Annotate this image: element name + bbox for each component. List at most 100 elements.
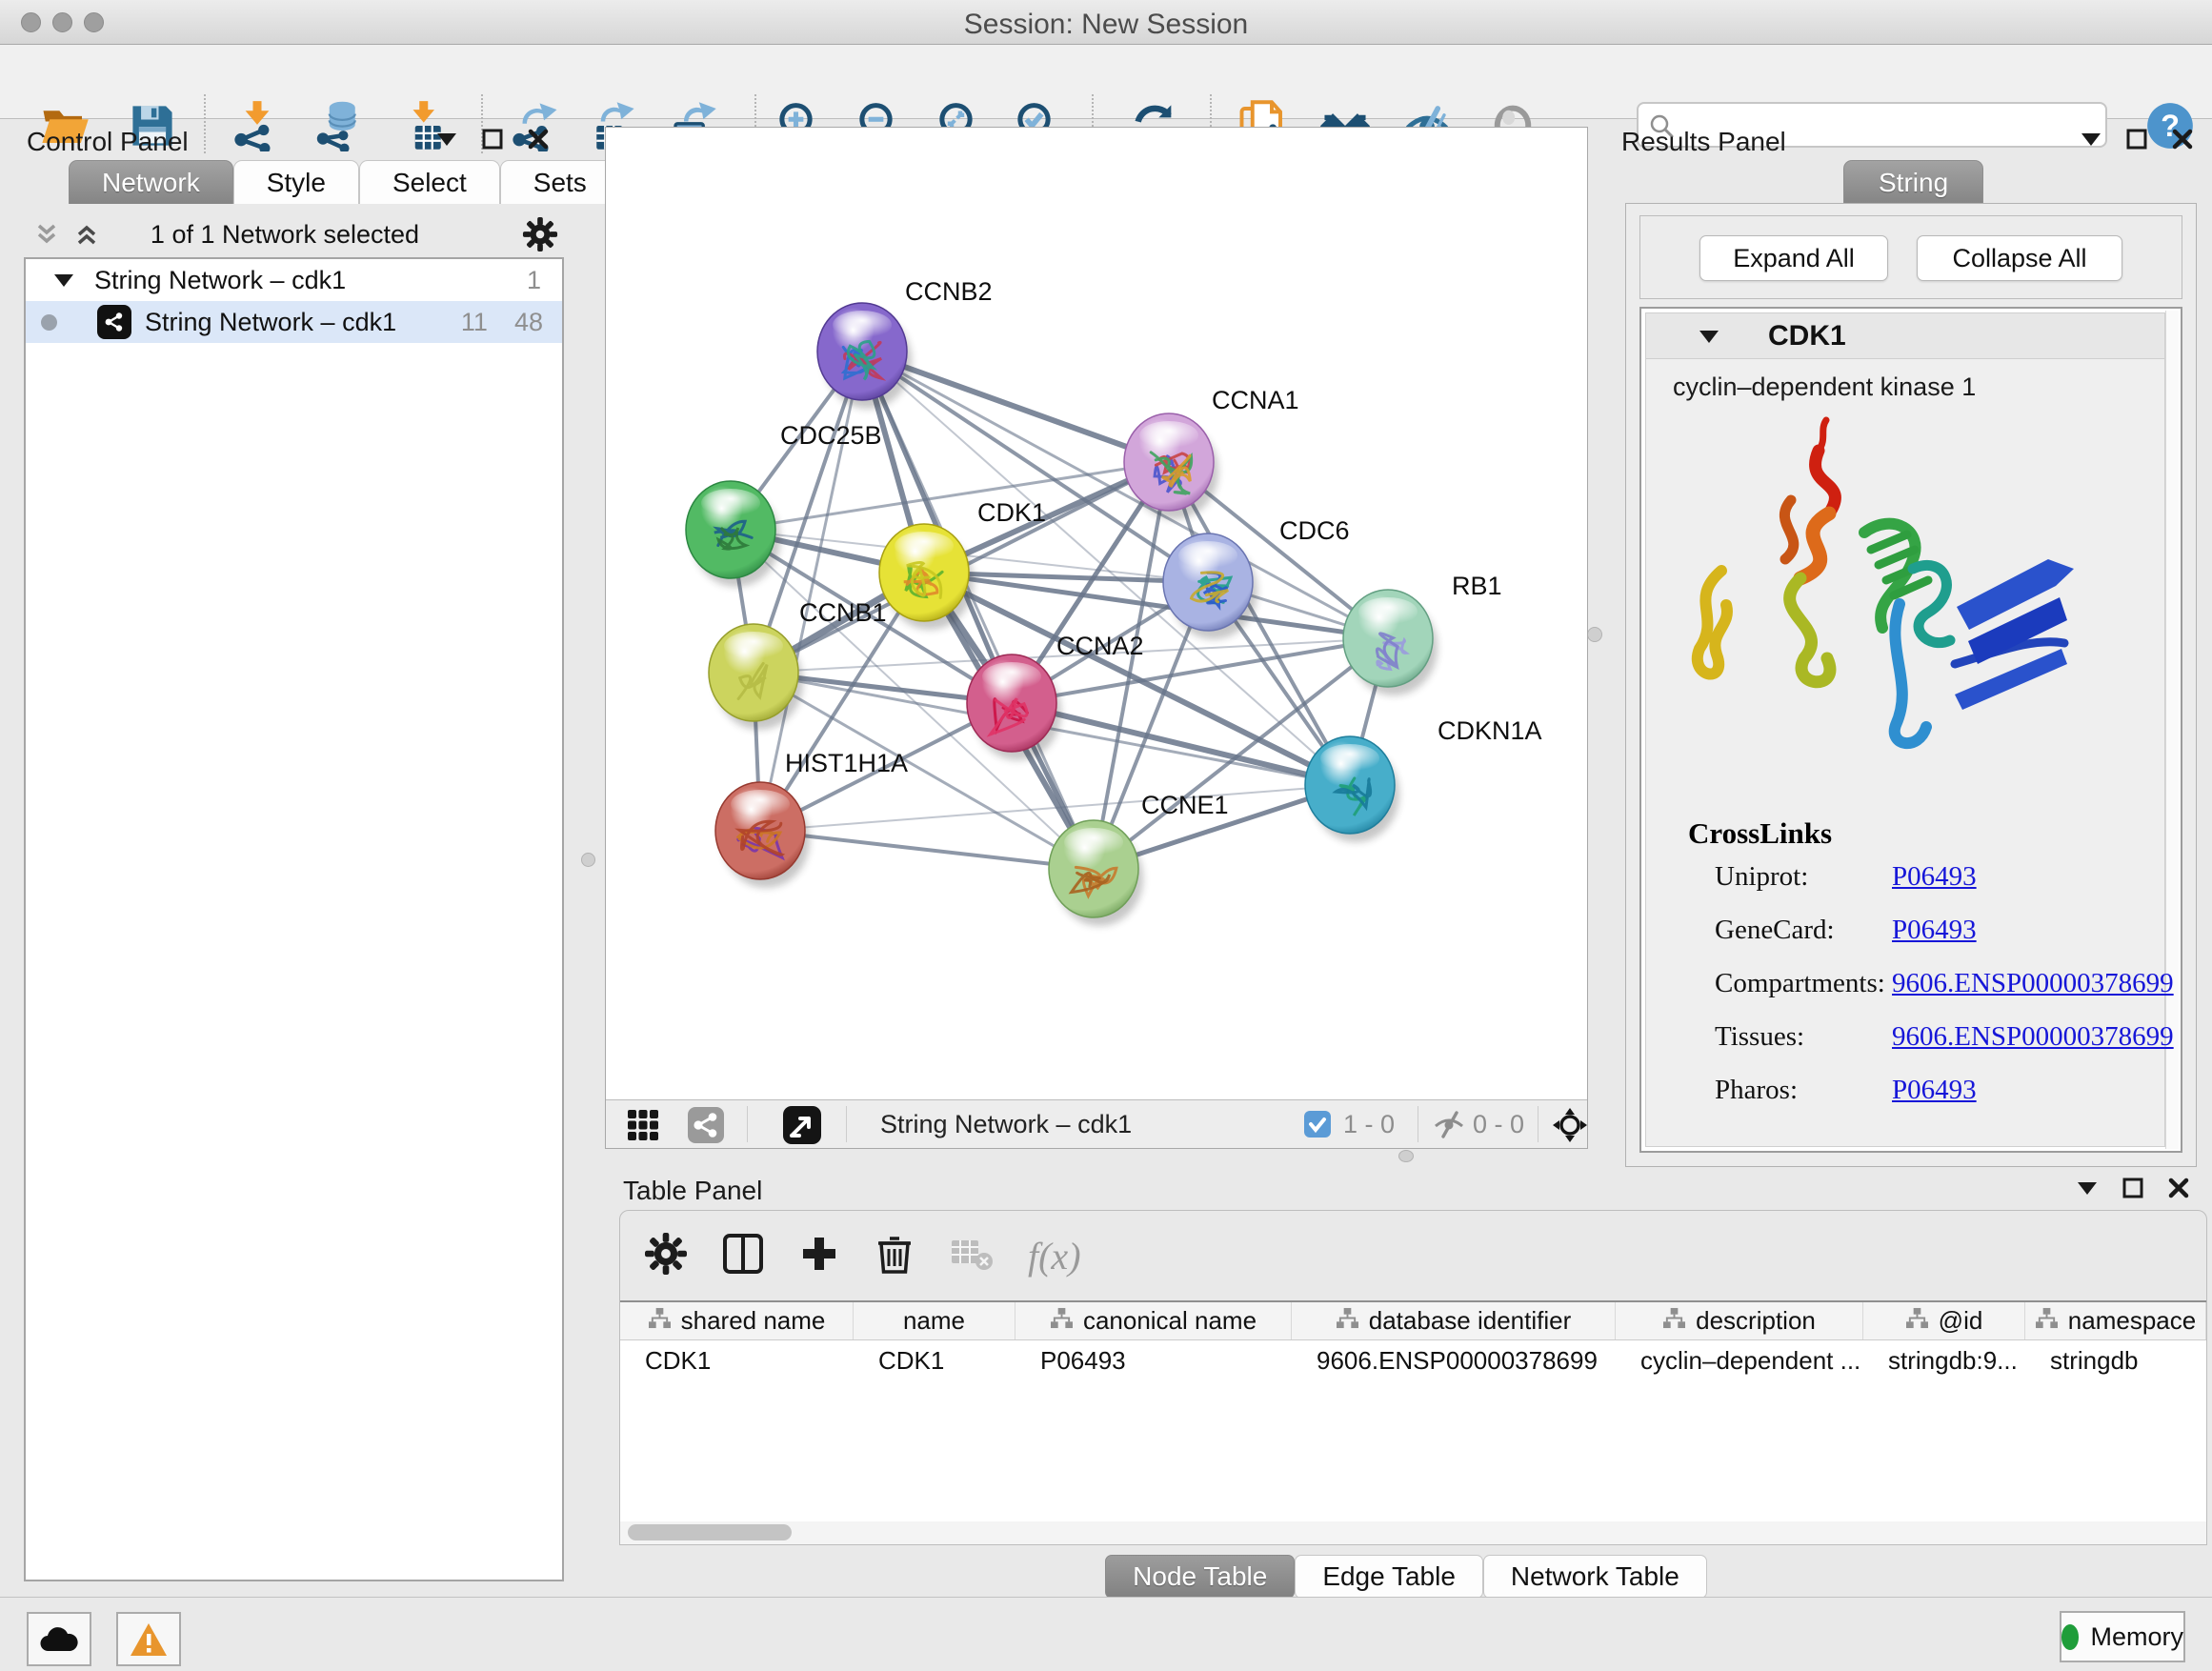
expand-all-button[interactable]: Expand All [1699, 235, 1888, 281]
panel-close-icon[interactable] [522, 125, 554, 153]
svg-text:CDK1: CDK1 [977, 498, 1046, 527]
network-column-icon [2035, 1306, 2059, 1336]
collection-expand-icon[interactable] [54, 274, 73, 287]
network-graph[interactable]: CCNB2CCNA1CDC25BCDK1CDC6RB1CCNB1CCNA2CDK… [606, 128, 1587, 1099]
panel-menu-icon[interactable] [2071, 1174, 2103, 1202]
crosslink-link[interactable]: P06493 [1892, 915, 1977, 946]
warnings-button[interactable] [116, 1612, 181, 1666]
network-collection-row[interactable]: String Network – cdk1 1 [26, 259, 562, 301]
node-table: shared name name canonical namedatabase id… [620, 1300, 2206, 1544]
panel-close-icon[interactable] [2162, 1174, 2195, 1202]
current-network-dot-icon [41, 314, 57, 331]
grid-view-icon[interactable] [627, 1109, 659, 1146]
memory-button[interactable]: Memory [2060, 1611, 2185, 1662]
entry-collapse-icon[interactable] [1699, 331, 1719, 343]
table-cell[interactable]: stringdb [2025, 1340, 2206, 1380]
network-node-count: 11 [461, 308, 488, 337]
tab-sets[interactable]: Sets [500, 160, 620, 204]
table-row[interactable]: CDK1CDK1P064939606.ENSP00000378699cyclin… [620, 1340, 2206, 1380]
collection-count: 1 [527, 266, 541, 295]
tab-style[interactable]: Style [233, 160, 359, 204]
table-cell[interactable]: P06493 [1016, 1340, 1292, 1380]
app-status-bar: Memory [0, 1597, 2212, 1671]
tab-edge-table[interactable]: Edge Table [1295, 1555, 1483, 1599]
network-view-toolbar: String Network – cdk1 1 - 0 0 - 0 [606, 1099, 1587, 1148]
crosslink-link[interactable]: P06493 [1892, 1075, 1977, 1106]
column-header-name[interactable]: name [854, 1302, 1016, 1339]
svg-text:CDKN1A: CDKN1A [1438, 716, 1542, 745]
svg-text:CCNA2: CCNA2 [1056, 632, 1144, 660]
horizontal-splitter-handle[interactable] [1398, 1150, 1414, 1162]
birdseye-view-icon[interactable] [783, 1106, 821, 1149]
column-header-canonical-name[interactable]: canonical name [1016, 1302, 1292, 1339]
crosslink-row: GeneCard: P06493 [1646, 915, 2164, 962]
svg-text:CCNA1: CCNA1 [1212, 386, 1299, 414]
crosslink-link[interactable]: P06493 [1892, 861, 1977, 893]
control-panel: Control Panel Network Style Select Sets … [0, 119, 570, 1597]
function-builder-icon: f(x) [1028, 1234, 1081, 1278]
crosslinks-title: CrossLinks [1688, 816, 1832, 851]
memory-status-dot-icon [2061, 1624, 2079, 1650]
table-cell[interactable]: cyclin–dependent ... [1616, 1340, 1863, 1380]
column-header-database-identifier[interactable]: database identifier [1292, 1302, 1616, 1339]
panel-float-icon[interactable] [2117, 1174, 2149, 1202]
crosslink-label: Compartments: [1715, 968, 1885, 999]
results-panel-title: Results Panel [1621, 127, 1786, 157]
column-header-label: shared name [681, 1306, 826, 1336]
network-type-icon [97, 305, 131, 339]
tab-string[interactable]: String [1843, 160, 1983, 204]
crosslink-link[interactable]: 9606.ENSP00000378699 [1892, 968, 2174, 999]
cdk1-entry-header[interactable]: CDK1 [1646, 313, 2164, 359]
tab-network-table[interactable]: Network Table [1483, 1555, 1707, 1599]
svg-text:HIST1H1A: HIST1H1A [785, 749, 908, 777]
vertical-splitter-handle[interactable] [1587, 627, 1602, 642]
column-header-description[interactable]: description [1616, 1302, 1863, 1339]
column-header-namespace[interactable]: namespace [2025, 1302, 2206, 1339]
panel-float-icon[interactable] [476, 125, 509, 153]
crosslink-row: Uniprot:P06493 [1646, 861, 2164, 909]
crosslink-link[interactable]: 9606.ENSP00000378699 [1892, 1021, 2174, 1053]
table-cell[interactable]: CDK1 [854, 1340, 1016, 1380]
network-options-gear-icon[interactable] [522, 216, 558, 257]
network-list: String Network – cdk1 1 String Network –… [24, 257, 564, 1581]
network-share-view-icon[interactable] [688, 1107, 724, 1148]
fit-selected-crosshair-icon[interactable] [1551, 1106, 1589, 1149]
table-panel: Table Panel [600, 1172, 2212, 1597]
network-view-canvas[interactable]: CCNB2CCNA1CDC25BCDK1CDC6RB1CCNB1CCNA2CDK… [605, 127, 1588, 1149]
tab-select[interactable]: Select [359, 160, 500, 204]
network-edge-count: 48 [514, 308, 543, 337]
column-header-label: description [1696, 1306, 1816, 1336]
panel-menu-icon[interactable] [431, 125, 463, 153]
create-column-plus-icon[interactable] [799, 1234, 839, 1278]
gene-description: cyclin–dependent kinase 1 [1673, 372, 1976, 402]
column-header-shared-name[interactable]: shared name [620, 1302, 854, 1339]
delete-column-trash-icon[interactable] [874, 1232, 915, 1280]
table-cell[interactable]: CDK1 [620, 1340, 854, 1380]
svg-text:CCNB2: CCNB2 [905, 277, 993, 306]
table-cell[interactable]: stringdb:9... [1863, 1340, 2025, 1380]
collapse-all-button[interactable]: Collapse All [1917, 235, 2122, 281]
column-header-label: name [903, 1306, 965, 1336]
network-view-title: String Network – cdk1 [880, 1110, 1132, 1139]
svg-text:CDC6: CDC6 [1279, 516, 1350, 545]
table-horizontal-scrollbar[interactable] [620, 1521, 2206, 1544]
tab-node-table[interactable]: Node Table [1105, 1555, 1295, 1599]
network-row[interactable]: String Network – cdk1 11 48 [26, 301, 562, 343]
column-header--id[interactable]: @id [1863, 1302, 2025, 1339]
panel-close-icon[interactable] [2166, 125, 2199, 153]
crosslink-row: Pharos:P06493 [1646, 1075, 2164, 1122]
svg-text:CDC25B: CDC25B [780, 421, 882, 450]
network-column-icon [1662, 1306, 1686, 1336]
network-label: String Network – cdk1 [145, 308, 396, 337]
selected-checkbox-icon[interactable] [1303, 1110, 1332, 1143]
vertical-splitter-handle[interactable] [581, 853, 595, 867]
panel-float-icon[interactable] [2121, 125, 2153, 153]
table-cell[interactable]: 9606.ENSP00000378699 [1292, 1340, 1616, 1380]
table-settings-gear-icon[interactable] [645, 1233, 687, 1279]
crosslink-label: GeneCard: [1715, 915, 1835, 946]
cloud-status-button[interactable] [27, 1612, 91, 1666]
tab-network[interactable]: Network [69, 160, 233, 204]
protein-structure-image [1669, 409, 2117, 790]
show-columns-icon[interactable] [721, 1232, 765, 1280]
panel-menu-icon[interactable] [2075, 125, 2107, 153]
